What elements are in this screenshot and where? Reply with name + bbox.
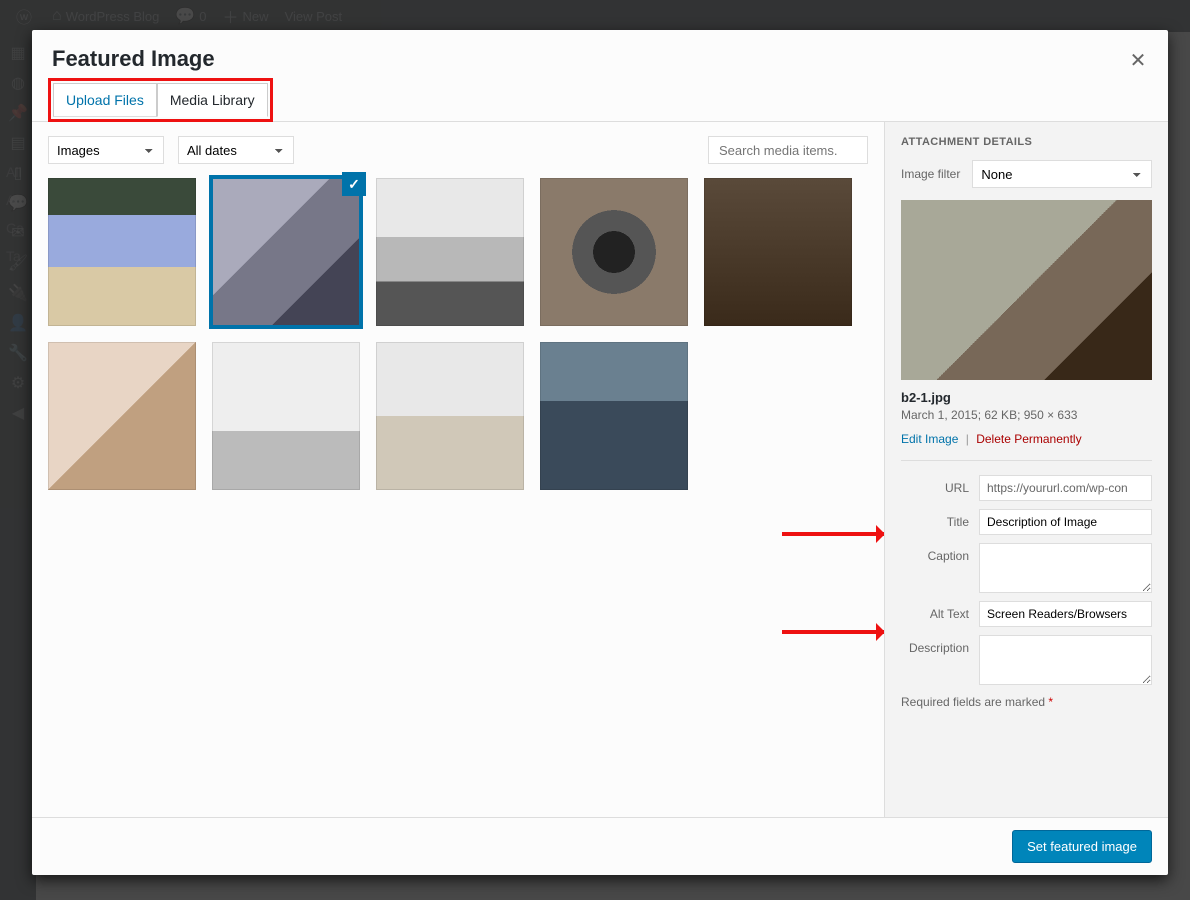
image-filter-label: Image filter bbox=[901, 167, 960, 181]
media-toolbar: Images All dates bbox=[48, 136, 868, 164]
attachment-thumb[interactable] bbox=[48, 342, 196, 490]
date-filter-select[interactable]: All dates bbox=[178, 136, 294, 164]
attachment-thumb[interactable] bbox=[48, 178, 196, 326]
edit-image-link[interactable]: Edit Image bbox=[901, 432, 958, 446]
attachment-meta: March 1, 2015; 62 KB; 950 × 633 bbox=[901, 408, 1152, 422]
attachment-thumb[interactable] bbox=[540, 342, 688, 490]
tab-upload-files[interactable]: Upload Files bbox=[53, 83, 157, 117]
attachment-thumb[interactable] bbox=[376, 178, 524, 326]
description-field[interactable] bbox=[979, 635, 1152, 685]
caption-field[interactable] bbox=[979, 543, 1152, 593]
title-label: Title bbox=[901, 509, 979, 529]
modal-footer: Set featured image bbox=[32, 817, 1168, 875]
alt-text-label: Alt Text bbox=[901, 601, 979, 621]
check-icon: ✓ bbox=[342, 172, 366, 196]
description-label: Description bbox=[901, 635, 979, 655]
attachment-thumb[interactable] bbox=[704, 178, 852, 326]
annotation-tabs-highlight: Upload Files Media Library bbox=[48, 78, 273, 122]
type-filter-select[interactable]: Images bbox=[48, 136, 164, 164]
attachment-thumb[interactable] bbox=[212, 342, 360, 490]
attachments-grid: ✓ bbox=[48, 178, 868, 490]
search-input[interactable] bbox=[708, 136, 868, 164]
set-featured-image-button[interactable]: Set featured image bbox=[1012, 830, 1152, 863]
title-field[interactable] bbox=[979, 509, 1152, 535]
attachment-filename: b2-1.jpg bbox=[901, 390, 1152, 405]
annotation-arrow-title bbox=[782, 532, 884, 536]
url-field[interactable] bbox=[979, 475, 1152, 501]
modal-header: Featured Image ✕ bbox=[32, 30, 1168, 78]
annotation-arrow-alt bbox=[782, 630, 884, 634]
close-button[interactable]: ✕ bbox=[1120, 42, 1156, 78]
attachment-thumb[interactable] bbox=[376, 342, 524, 490]
image-filter-select[interactable]: None bbox=[972, 160, 1152, 188]
media-browser: Images All dates ✓ bbox=[32, 122, 884, 817]
details-heading: ATTACHMENT DETAILS bbox=[901, 136, 1152, 148]
attachment-thumb[interactable] bbox=[540, 178, 688, 326]
tab-row: Upload Files Media Library bbox=[32, 78, 1168, 122]
caption-label: Caption bbox=[901, 543, 979, 563]
separator: | bbox=[966, 432, 969, 446]
attachment-thumb-selected[interactable]: ✓ bbox=[212, 178, 360, 326]
attachment-preview bbox=[901, 200, 1152, 380]
required-note: Required fields are marked * bbox=[901, 695, 1152, 709]
url-label: URL bbox=[901, 475, 979, 495]
delete-permanently-link[interactable]: Delete Permanently bbox=[976, 432, 1081, 446]
modal-title: Featured Image bbox=[52, 46, 1148, 72]
featured-image-modal: Featured Image ✕ Upload Files Media Libr… bbox=[32, 30, 1168, 875]
alt-text-field[interactable] bbox=[979, 601, 1152, 627]
tab-media-library[interactable]: Media Library bbox=[157, 83, 268, 117]
attachment-details-panel: ATTACHMENT DETAILS Image filter None b2-… bbox=[884, 122, 1168, 817]
